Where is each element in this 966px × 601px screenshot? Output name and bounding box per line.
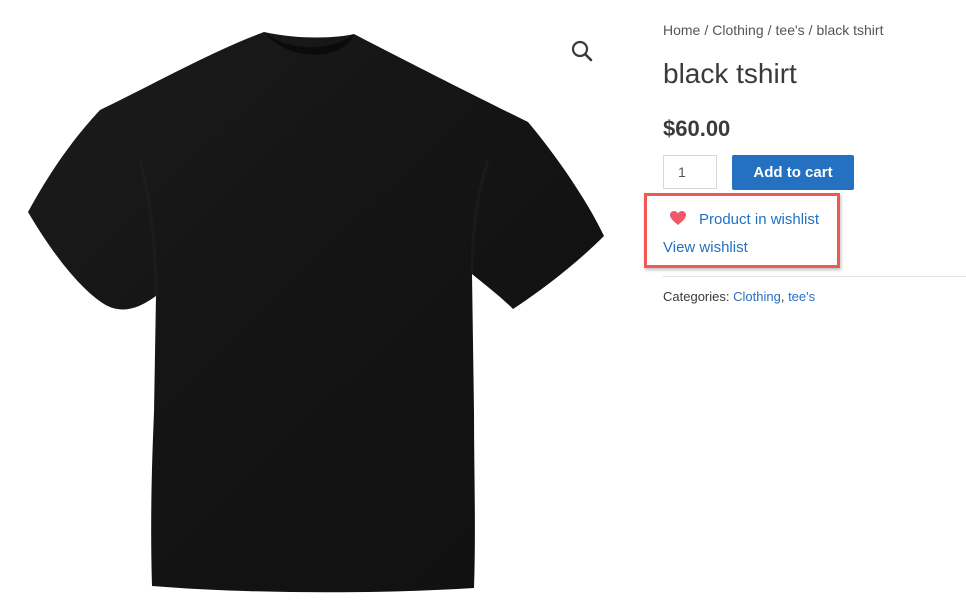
breadcrumb-link-clothing[interactable]: Clothing [712,22,763,38]
product-summary: Home / Clothing / tee's / black tshirt black t… [644,0,966,601]
breadcrumb-separator: / [808,22,813,38]
category-separator: , [780,289,785,304]
divider [663,276,966,277]
magnifier-icon [571,40,593,62]
categories-label: Categories: [663,289,730,304]
breadcrumb-separator: / [767,22,772,38]
product-price: $60.00 [663,116,731,141]
add-to-cart-button[interactable]: Add to cart [732,155,854,190]
category-link-tees[interactable]: tee's [788,289,815,304]
zoom-button[interactable] [568,37,596,65]
wishlist-status-label[interactable]: Product in wishlist [699,211,819,228]
category-link-clothing[interactable]: Clothing [733,289,781,304]
breadcrumb-separator: / [704,22,709,38]
product-categories: Categories: Clothing, tee's [663,289,815,304]
breadcrumb-current: black tshirt [816,22,884,38]
wishlist-highlight-box [644,193,840,268]
wishlist-status[interactable]: Product in wishlist [669,210,819,228]
product-gallery [0,0,610,601]
product-image[interactable] [0,0,610,601]
view-wishlist-link[interactable]: View wishlist [663,239,748,256]
breadcrumb: Home / Clothing / tee's / black tshirt [663,22,883,38]
product-title: black tshirt [663,58,797,89]
breadcrumb-link-home[interactable]: Home [663,22,700,38]
breadcrumb-link-tees[interactable]: tee's [776,22,805,38]
heart-icon [670,211,686,225]
quantity-input[interactable] [663,155,717,189]
